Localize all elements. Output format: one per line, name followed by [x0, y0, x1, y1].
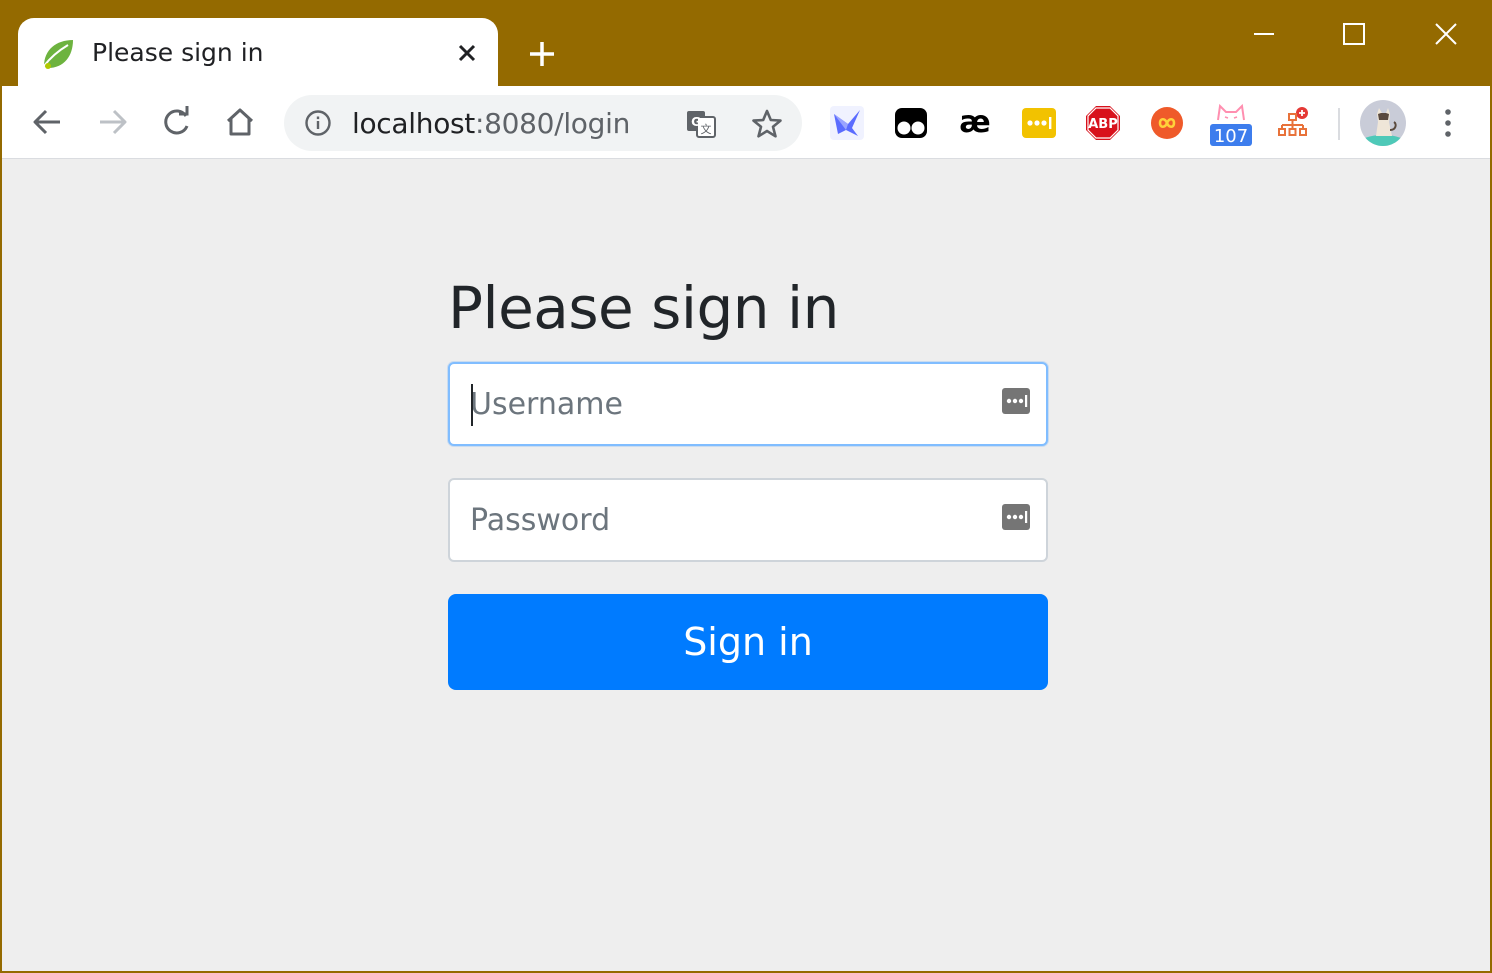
url-host: localhost	[352, 107, 475, 140]
adblock-plus-extension-icon[interactable]: ABP	[1084, 104, 1122, 142]
password-manager-icon[interactable]	[1002, 388, 1030, 414]
cat-avatar-icon	[1360, 100, 1406, 146]
svg-text:ABP: ABP	[1088, 117, 1118, 132]
svg-text:107: 107	[1214, 126, 1248, 147]
minimize-icon[interactable]	[1242, 14, 1286, 54]
password-field[interactable]	[448, 478, 1048, 562]
infinity-extension-icon[interactable]	[1148, 104, 1186, 142]
maximize-icon[interactable]	[1332, 14, 1376, 54]
password-manager-icon[interactable]	[1002, 504, 1030, 530]
tab-strip: Please sign in	[2, 2, 1490, 88]
profile-avatar[interactable]	[1360, 100, 1406, 146]
bookmark-star-icon[interactable]	[750, 107, 784, 141]
home-icon[interactable]	[220, 102, 260, 142]
toolbar-divider	[1338, 108, 1340, 140]
svg-text:文: 文	[701, 122, 712, 136]
close-tab-icon[interactable]	[454, 40, 480, 66]
sign-in-button[interactable]: Sign in	[448, 594, 1048, 690]
tab-active[interactable]: Please sign in	[18, 18, 498, 88]
close-window-icon[interactable]	[1424, 14, 1468, 54]
sitemap-extension-icon[interactable]	[1274, 104, 1312, 142]
lastpass-extension-icon[interactable]	[1020, 104, 1058, 142]
forward-arrow-icon[interactable]	[92, 102, 132, 142]
swallow-extension-icon[interactable]	[828, 104, 866, 142]
password-input[interactable]	[450, 480, 1046, 560]
address-bar[interactable]: localhost:8080/login G 文	[284, 95, 802, 151]
tampermonkey-extension-icon[interactable]	[892, 104, 930, 142]
svg-text:æ: æ	[959, 105, 990, 140]
browser-toolbar: localhost:8080/login G 文 æ ABP 107	[2, 86, 1490, 159]
browser-window: Please sign in localhost:8080/login G 文 …	[0, 0, 1492, 973]
new-tab-icon[interactable]	[524, 36, 560, 72]
site-info-icon[interactable]	[304, 109, 332, 137]
svg-text:G: G	[691, 115, 701, 129]
spring-leaf-icon	[43, 40, 73, 69]
ae-extension-icon[interactable]: æ	[956, 104, 994, 142]
translate-icon[interactable]: G 文	[684, 107, 718, 141]
username-input[interactable]	[450, 364, 1046, 444]
url-path: :8080/login	[475, 107, 631, 140]
cat-extension-icon[interactable]: 107	[1208, 100, 1254, 150]
username-field[interactable]	[448, 362, 1048, 446]
text-caret	[471, 384, 473, 426]
more-menu-icon[interactable]	[1434, 106, 1462, 140]
tab-title: Please sign in	[92, 38, 264, 67]
reload-icon[interactable]	[156, 102, 196, 142]
url-text[interactable]: localhost:8080/login	[352, 107, 630, 140]
page-title: Please sign in	[448, 274, 839, 342]
page-content: Please sign in Username Sign in	[2, 159, 1490, 971]
back-arrow-icon[interactable]	[28, 102, 68, 142]
